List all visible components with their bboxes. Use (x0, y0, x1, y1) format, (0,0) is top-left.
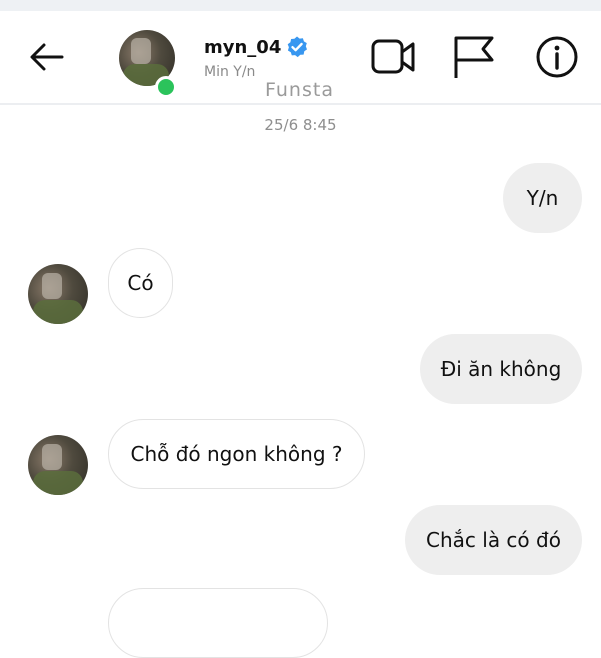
outgoing-message[interactable]: Y/n (503, 163, 582, 233)
flag-icon[interactable] (451, 35, 497, 79)
watermark-text: Funsta (265, 79, 334, 101)
incoming-message[interactable]: Chỗ đó ngon không ? (108, 419, 365, 489)
display-name: Min Y/n (204, 64, 256, 80)
online-status-dot (155, 76, 177, 98)
incoming-message[interactable]: Có (108, 248, 173, 318)
info-icon[interactable] (535, 35, 581, 79)
message-timestamp: 25/6 8:45 (264, 116, 337, 134)
video-call-icon[interactable] (370, 35, 416, 79)
back-arrow-icon[interactable] (28, 42, 64, 72)
chat-header: myn_04 Min Y/n Funsta (0, 11, 601, 105)
sender-avatar[interactable] (28, 435, 88, 495)
sender-avatar[interactable] (28, 264, 88, 324)
verified-badge-icon (287, 36, 307, 58)
username[interactable]: myn_04 (204, 37, 281, 58)
outgoing-message[interactable]: Đi ăn không (420, 334, 582, 404)
status-bar (0, 0, 601, 11)
outgoing-message[interactable]: Chắc là có đó (405, 505, 582, 575)
incoming-message-partial (108, 588, 328, 658)
